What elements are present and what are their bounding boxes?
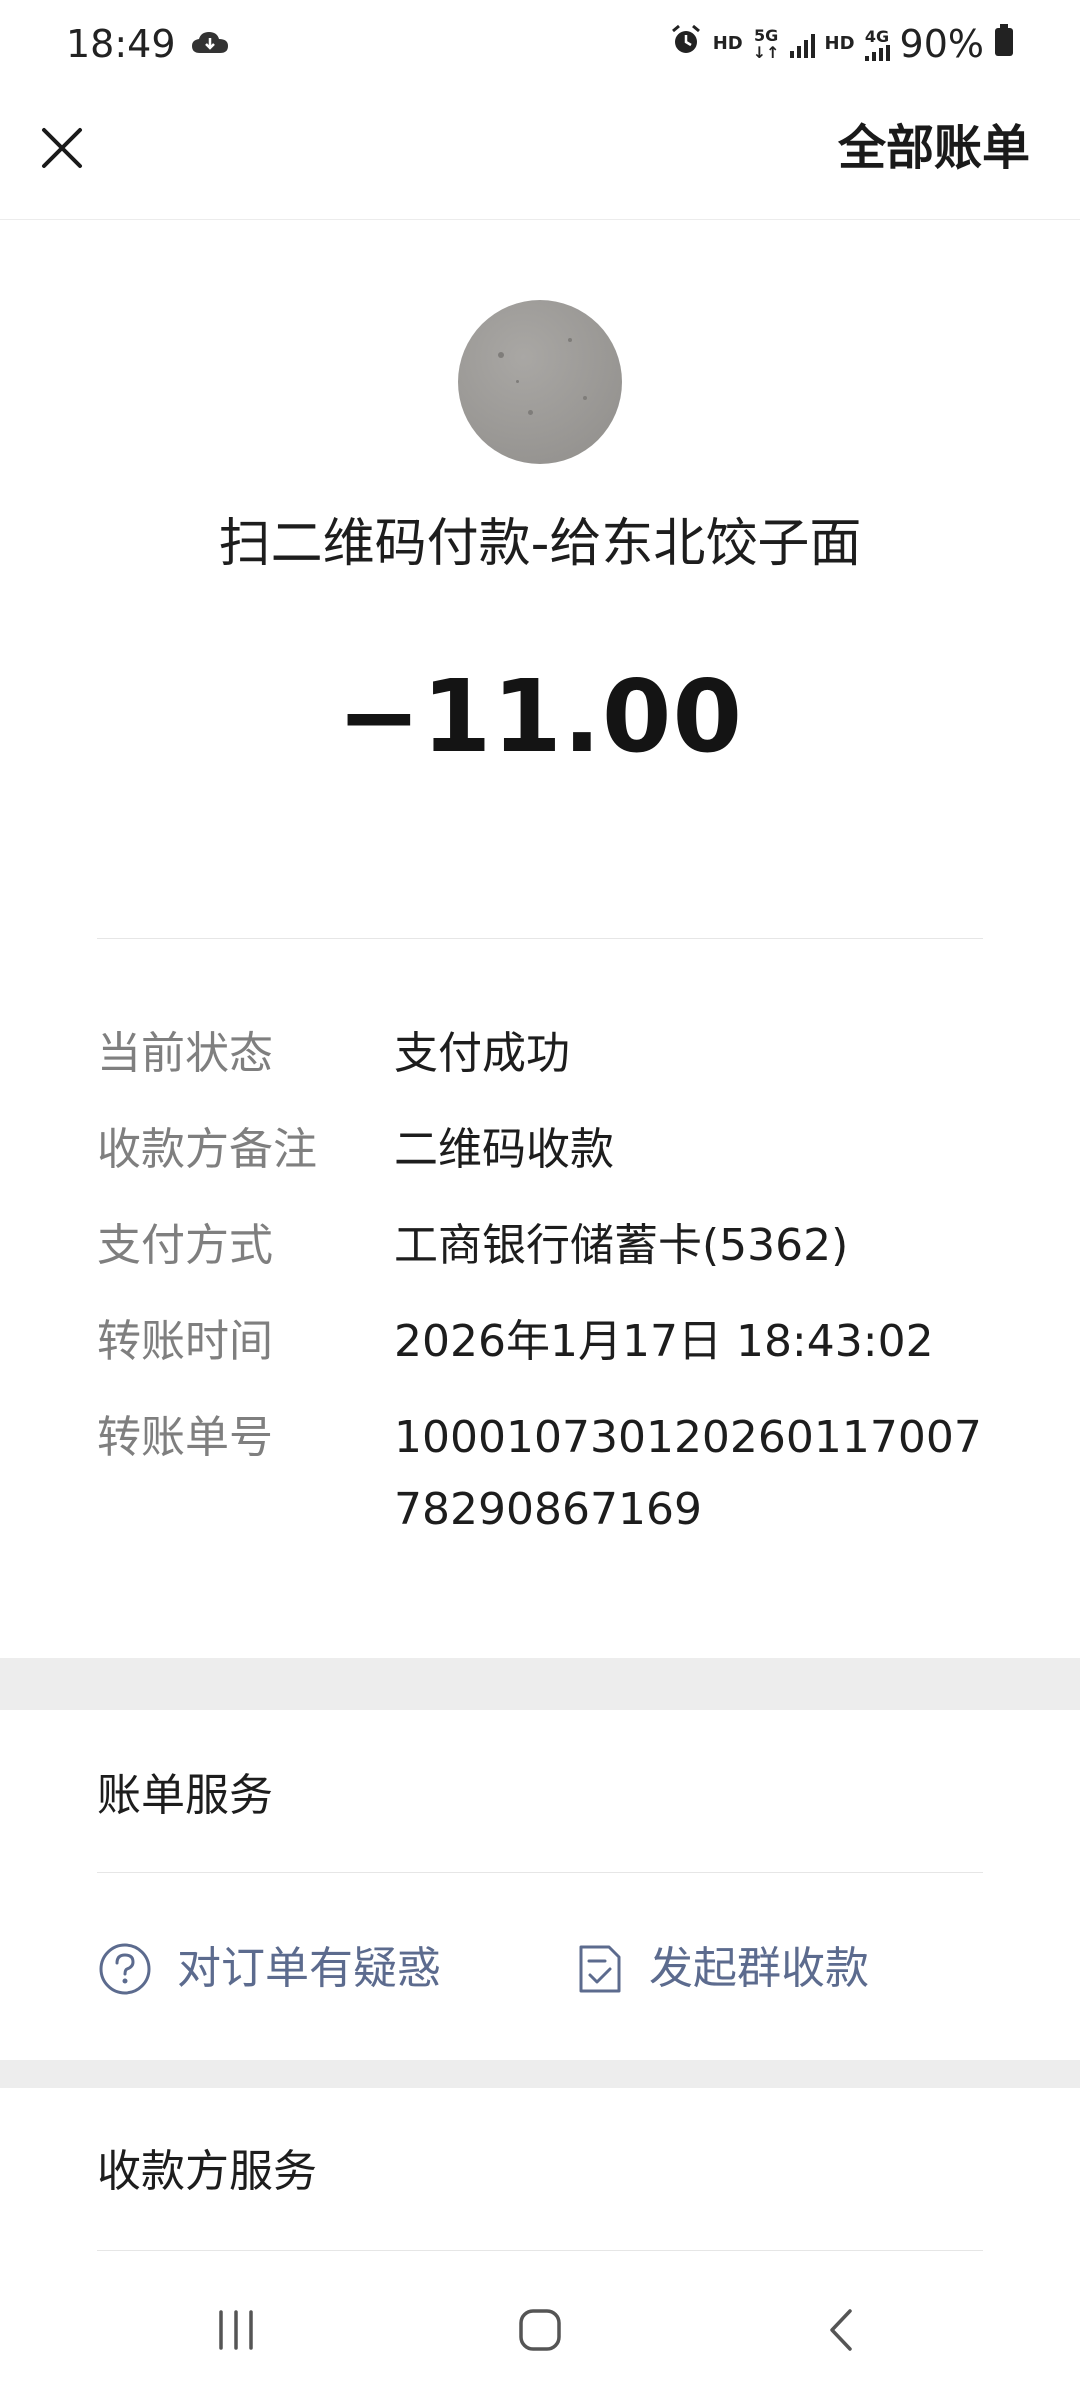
top-app-bar: 全部账单 [0, 88, 1080, 220]
home-icon [519, 2309, 561, 2351]
payment-amount: −11.00 [336, 658, 744, 775]
all-bills-link[interactable]: 全部账单 [838, 116, 1030, 180]
close-button[interactable] [30, 116, 94, 180]
status-right: HD 5G ↓↑ HD 4G 90% [669, 22, 1014, 66]
battery-percent: 90% [899, 22, 984, 66]
detail-value: 2026年1月17日 18:43:02 [394, 1316, 934, 1367]
back-icon [830, 2309, 852, 2351]
detail-row-status: 当前状态 支付成功 [97, 1018, 983, 1090]
divider [97, 2250, 983, 2251]
battery-icon [994, 22, 1014, 66]
signal-icon [789, 30, 815, 58]
home-button[interactable] [480, 2290, 600, 2370]
group-collect-label: 发起群收款 [649, 1943, 869, 1994]
close-icon [42, 128, 82, 168]
order-question-button[interactable]: 对订单有疑惑 [97, 1933, 441, 2005]
detail-value: 二维码收款 [394, 1124, 614, 1175]
alarm-icon [669, 22, 703, 66]
detail-label: 收款方备注 [97, 1124, 317, 1175]
section-separator [0, 1658, 1080, 1710]
divider [97, 1872, 983, 1873]
detail-value[interactable]: 100010730120260117007782908671​69 [394, 1402, 983, 1546]
bill-detail-page: 18:49 HD 5G ↓↑ HD 4G 90% 全部账单 扫二维码付款-给东北… [0, 0, 1080, 2400]
status-time: 18:49 [66, 22, 176, 66]
net-4g-label: 4G [864, 26, 890, 46]
net-5g-label: 5G [753, 26, 779, 45]
detail-label: 转账时间 [97, 1316, 273, 1367]
detail-row-payee-note: 收款方备注 二维码收款 [97, 1114, 983, 1186]
section-separator [0, 2060, 1080, 2088]
system-nav-bar [0, 2260, 1080, 2400]
net-4g: 4G [864, 26, 890, 61]
merchant-title: 扫二维码付款-给东北饺子面 [218, 514, 862, 574]
status-left: 18:49 [66, 22, 230, 66]
recents-icon [219, 2310, 253, 2350]
detail-value: 支付成功 [394, 1028, 570, 1079]
hd-label-2: HD [824, 33, 855, 54]
detail-label: 当前状态 [97, 1028, 273, 1079]
hd-label-1: HD [712, 33, 743, 54]
status-bar: 18:49 HD 5G ↓↑ HD 4G 90% [0, 0, 1080, 88]
recents-button[interactable] [176, 2290, 296, 2370]
document-check-icon [579, 1945, 621, 1993]
detail-label: 转账单号 [97, 1412, 273, 1463]
net-5g: 5G ↓↑ [753, 27, 780, 61]
question-circle-icon [99, 1943, 151, 1995]
back-button[interactable] [782, 2290, 902, 2370]
merchant-avatar [458, 300, 622, 464]
divider [97, 938, 983, 939]
transaction-details: 当前状态 支付成功 收款方备注 二维码收款 支付方式 工商银行储蓄卡(5362)… [97, 1018, 983, 1570]
group-collect-button[interactable]: 发起群收款 [575, 1933, 869, 2005]
cloud-icon [190, 22, 230, 66]
detail-row-transfer-number: 转账单号 100010730120260117007782908671​69 [97, 1402, 983, 1546]
detail-label: 支付方式 [97, 1220, 273, 1271]
order-question-label: 对订单有疑惑 [177, 1943, 441, 1994]
updown-arrows-icon: ↓↑ [752, 43, 780, 62]
bill-service-title: 账单服务 [97, 1770, 273, 1821]
signal-icon-2 [864, 44, 890, 61]
detail-row-payment-method: 支付方式 工商银行储蓄卡(5362) [97, 1210, 983, 1282]
detail-value: 工商银行储蓄卡(5362) [394, 1220, 849, 1271]
payee-service-title: 收款方服务 [97, 2146, 317, 2197]
detail-row-transfer-time: 转账时间 2026年1月17日 18:43:02 [97, 1306, 983, 1378]
